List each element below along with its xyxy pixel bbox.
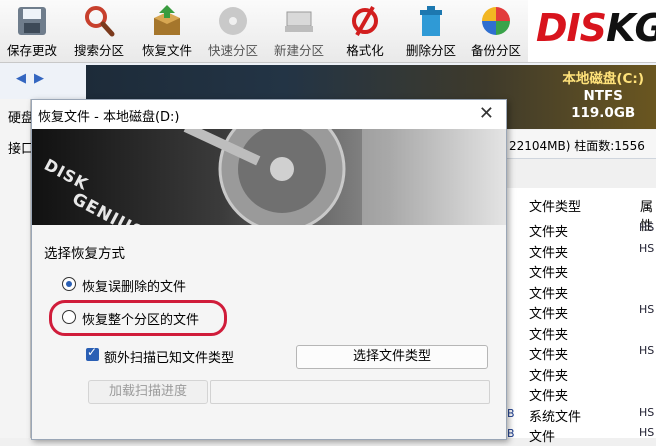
row-attribute: HS: [639, 303, 655, 316]
dialog-title: 恢复文件 - 本地磁盘(D:): [38, 110, 180, 125]
nav-back-icon[interactable]: ◀: [16, 71, 26, 86]
highlight-oval: [49, 300, 227, 336]
table-row[interactable]: 文件夹: [505, 364, 656, 385]
backup-pie-icon: [482, 7, 510, 35]
recover-files-dialog: 恢复文件 - 本地磁盘(D:) ✕ DISK GENIUS 选择恢复方式 恢复误…: [31, 99, 507, 440]
toolbar-backup-partition-button[interactable]: 备份分区: [464, 0, 528, 62]
main-toolbar: 保存更改 搜索分区 恢复文件 快速分区 新建分区 格式化 删除分区 备份分区 D…: [0, 0, 656, 63]
new-partition-icon: [285, 11, 313, 32]
row-marker: B: [507, 406, 515, 420]
toolbar-recover-files-button[interactable]: 恢复文件: [134, 0, 200, 62]
toolbar-quick-partition-button[interactable]: 快速分区: [200, 0, 266, 62]
dialog-banner: DISK GENIUS: [32, 129, 506, 225]
disk-icon: [219, 7, 247, 35]
checkbox-extra-scan[interactable]: [86, 345, 99, 361]
table-row[interactable]: 文件夹: [505, 323, 656, 344]
recovery-method-title: 选择恢复方式: [44, 246, 125, 262]
load-scan-progress-button[interactable]: 加载扫描进度: [88, 380, 208, 404]
row-file-type: 文件夹: [529, 327, 569, 343]
save-icon: [18, 7, 46, 35]
row-attribute: HS: [639, 241, 655, 255]
row-file-type: 文件夹: [529, 368, 569, 384]
toolbar-new-partition-button[interactable]: 新建分区: [266, 0, 332, 62]
row-file-type: 文件夹: [529, 307, 569, 322]
logo-text-red: DIS: [536, 6, 607, 50]
row-file-type: 文件夹: [529, 225, 569, 240]
row-marker: B: [507, 427, 515, 440]
diskgenius-logo: DISKGE: [528, 0, 656, 62]
logo-text-dark: KGE: [606, 6, 656, 50]
row-attribute: HS: [639, 344, 655, 357]
table-row[interactable]: 文件夹 HS: [505, 343, 656, 364]
table-row[interactable]: 文件夹: [505, 261, 656, 282]
toolbar-search-partition-button[interactable]: 搜索分区: [66, 0, 132, 62]
table-row[interactable]: 文件夹: [505, 282, 656, 303]
trash-icon: [420, 6, 442, 36]
format-icon: [352, 6, 378, 36]
radio-checked-icon[interactable]: [62, 277, 76, 291]
row-attribute: HS: [639, 221, 655, 234]
row-attribute: HS: [639, 405, 655, 419]
disk-info: 本地磁盘(C:) NTFS 119.0GB: [562, 71, 644, 122]
toolbar-format-button[interactable]: 格式化: [332, 0, 398, 62]
table-row[interactable]: 文件夹 HS: [505, 241, 656, 262]
row-file-type: 文件夹: [529, 266, 569, 281]
row-file-type: 系统文件: [529, 409, 582, 425]
disk-name: 本地磁盘(C:): [562, 71, 644, 87]
table-row[interactable]: B 系统文件 HS: [505, 405, 656, 426]
search-icon: [85, 6, 115, 37]
toolbar-save-button[interactable]: 保存更改: [0, 0, 64, 62]
nav-forward-icon[interactable]: ▶: [34, 71, 44, 86]
disk-filesystem: NTFS: [583, 88, 623, 104]
scan-progress-field: [210, 380, 490, 404]
row-file-type: 文件夹: [529, 286, 569, 302]
row-file-type: 文件夹: [529, 245, 569, 261]
recover-box-icon: [154, 5, 180, 35]
disk-detail-text: 22104MB) 柱面数:1556: [509, 139, 645, 153]
dialog-titlebar: 恢复文件 - 本地磁盘(D:) ✕: [32, 100, 506, 129]
table-row[interactable]: 文件夹 HS: [505, 220, 656, 241]
table-row[interactable]: 文件夹 HS: [505, 302, 656, 323]
select-file-types-button[interactable]: 选择文件类型: [296, 345, 488, 369]
row-file-type: 文件: [529, 430, 556, 445]
disk-detail-row: 22104MB) 柱面数:1556: [505, 130, 656, 159]
disk-size: 119.0GB: [571, 105, 636, 121]
toolbar-delete-partition-button[interactable]: 删除分区: [398, 0, 464, 62]
table-row[interactable]: B 文件 HS: [505, 425, 656, 446]
row-file-type: 文件夹: [529, 348, 569, 363]
table-row[interactable]: 文件夹: [505, 384, 656, 405]
header-file-type[interactable]: 文件类型: [529, 196, 581, 215]
row-file-type: 文件夹: [529, 389, 569, 404]
row-attribute: HS: [639, 426, 655, 439]
checkbox-extra-scan-label: 额外扫描已知文件类型: [104, 351, 235, 366]
close-icon[interactable]: ✕: [479, 103, 494, 124]
